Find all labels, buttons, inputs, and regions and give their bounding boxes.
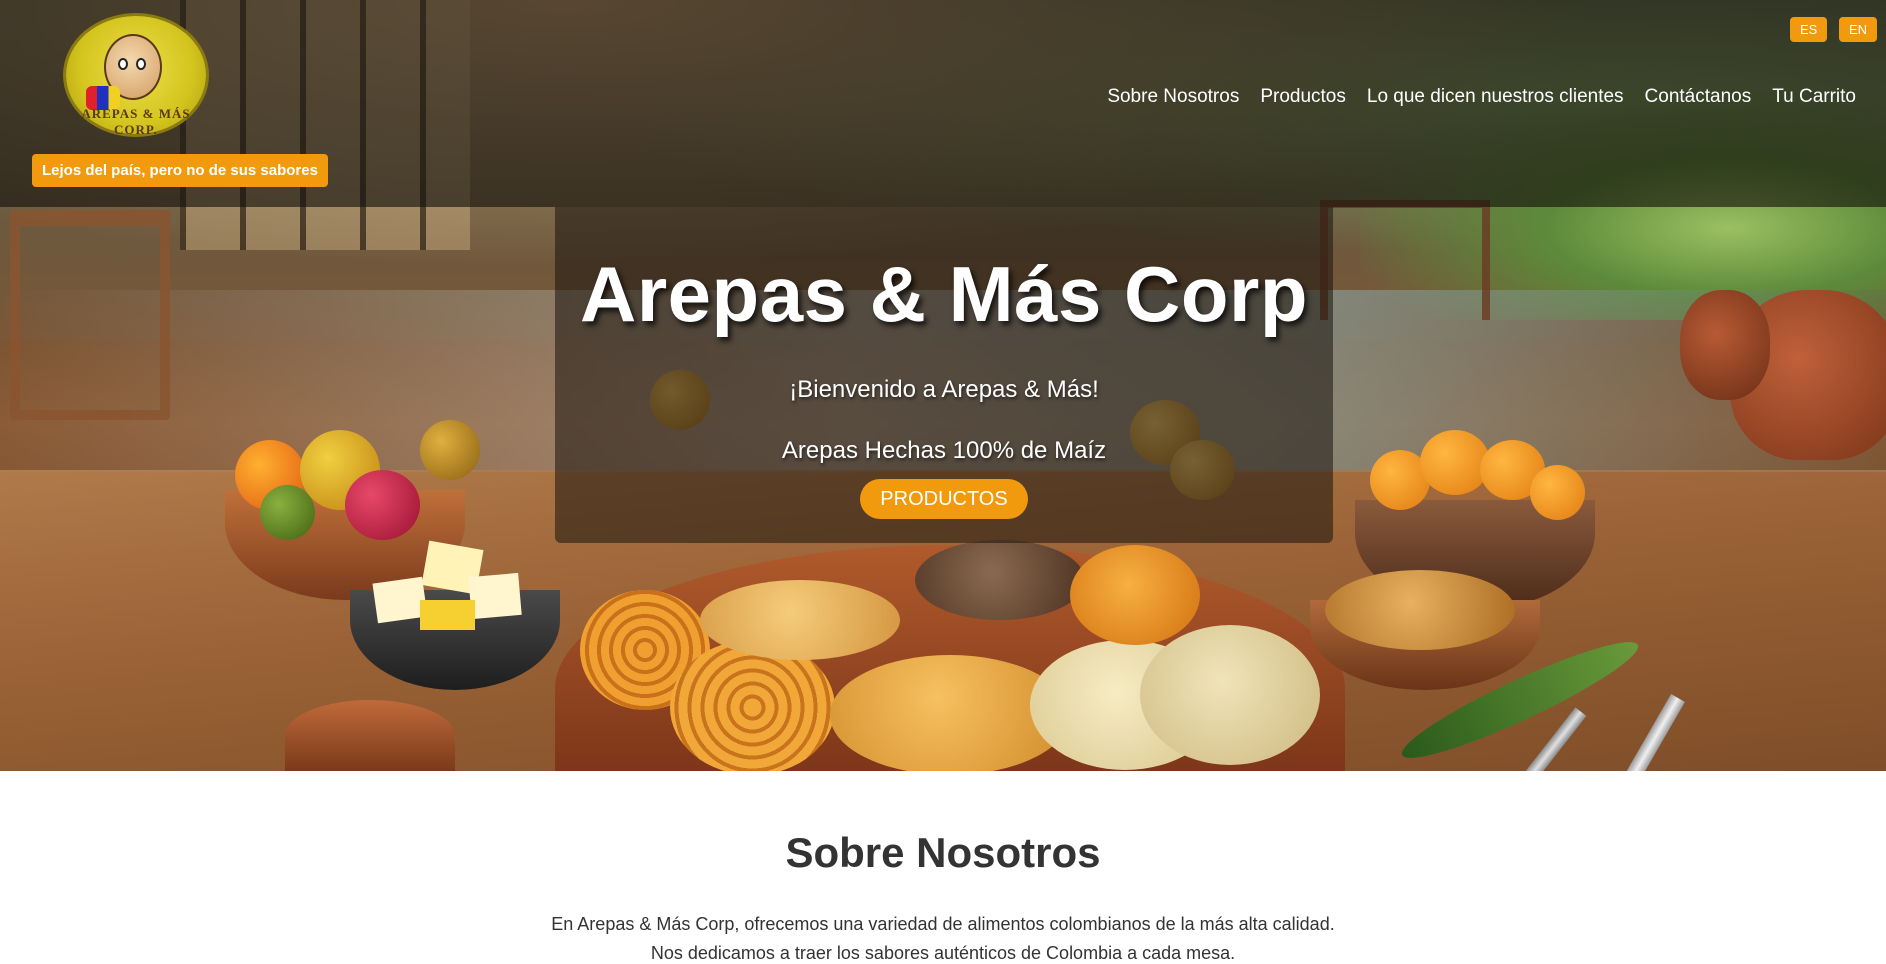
background-chair — [1320, 200, 1490, 320]
about-line-2: Nos dedicamos a traer los sabores autént… — [650, 943, 1236, 963]
hero-card: Arepas & Más Corp ¡Bienvenido a Arepas &… — [555, 207, 1333, 543]
fruit — [345, 470, 420, 540]
logo-text: AREPAS & MÁS CORP. — [81, 106, 191, 137]
site-header: AREPAS & MÁS CORP. Lejos del país, pero … — [0, 0, 1886, 207]
background-chair — [10, 210, 170, 420]
nav-link-carrito[interactable]: Tu Carrito — [1772, 86, 1856, 108]
mascot-eye-icon — [136, 58, 146, 70]
bread — [1325, 570, 1515, 650]
nav-link-contactanos[interactable]: Contáctanos — [1645, 86, 1752, 108]
hero-welcome-text: ¡Bienvenido a Arepas & Más! — [789, 376, 1099, 403]
nav-link-sobre-nosotros[interactable]: Sobre Nosotros — [1107, 86, 1239, 108]
productos-button[interactable]: PRODUCTOS — [860, 479, 1028, 519]
arepa — [1070, 545, 1200, 645]
tagline-badge: Lejos del país, pero no de sus sabores — [32, 154, 328, 187]
language-en-button[interactable]: EN — [1839, 17, 1878, 42]
language-es-button[interactable]: ES — [1790, 17, 1828, 42]
cheese — [420, 600, 475, 630]
bunuelo — [1530, 465, 1585, 520]
about-text: En Arepas & Más Corp, ofrecemos una vari… — [0, 910, 1886, 964]
arepa — [915, 540, 1085, 620]
small-bowl — [285, 700, 455, 771]
clay-pot — [1680, 290, 1770, 400]
mascot-eye-icon — [118, 58, 128, 70]
fruit — [420, 420, 480, 480]
about-heading: Sobre Nosotros — [785, 829, 1101, 876]
about-line-1: En Arepas & Más Corp, ofrecemos una vari… — [551, 914, 1335, 934]
hero-subtitle: Arepas Hechas 100% de Maíz — [781, 437, 1107, 464]
hero-title: Arepas & Más Corp — [579, 250, 1309, 338]
bunuelo — [1420, 430, 1490, 495]
nav-link-testimonios[interactable]: Lo que dicen nuestros clientes — [1367, 86, 1624, 108]
cheese — [468, 572, 522, 620]
main-nav: Sobre Nosotros Productos Lo que dicen nu… — [1107, 86, 1856, 108]
arepa — [700, 580, 900, 660]
nav-link-productos[interactable]: Productos — [1260, 86, 1346, 108]
arepa — [1140, 625, 1320, 765]
brand-logo[interactable]: AREPAS & MÁS CORP. — [66, 16, 206, 137]
fruit — [260, 485, 315, 540]
about-section: Sobre Nosotros En Arepas & Más Corp, ofr… — [0, 771, 1886, 964]
